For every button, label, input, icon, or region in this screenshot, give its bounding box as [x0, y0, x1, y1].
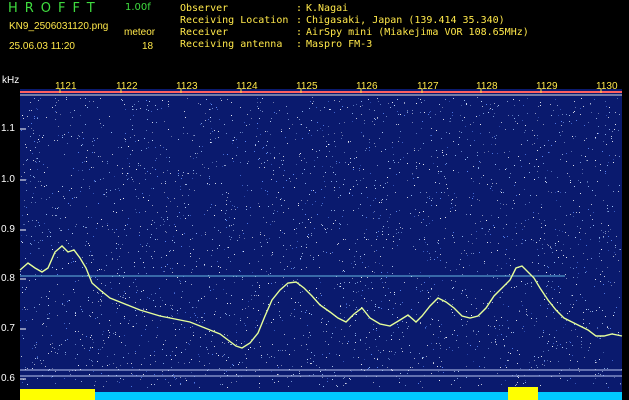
- y-tick-label: 0.7: [1, 323, 15, 334]
- x-tick-label: 1128: [476, 81, 498, 92]
- spectrogram-background: [20, 89, 622, 400]
- level-bar-low: [95, 392, 508, 400]
- y-tick-label: 1.1: [1, 123, 15, 134]
- y-tick-label: 0.9: [1, 224, 15, 235]
- x-tick-label: 1129: [536, 81, 558, 92]
- x-tick-label: 1121: [55, 81, 77, 92]
- y-unit-label: kHz: [2, 75, 20, 86]
- level-bar-low-right: [538, 392, 622, 400]
- x-tick-label: 1126: [356, 81, 378, 92]
- x-tick-label: 1124: [236, 81, 258, 92]
- y-tick-label: 0.6: [1, 373, 15, 384]
- x-tick-label: 1130: [596, 81, 618, 92]
- y-tick-label: 1.0: [1, 174, 15, 185]
- x-tick-label: 1122: [116, 81, 138, 92]
- y-tick-label: 0.8: [1, 273, 15, 284]
- level-bar-high-right: [508, 387, 538, 400]
- spectrogram: [19, 89, 623, 400]
- level-bar-high-left: [20, 389, 95, 400]
- x-tick-label: 1125: [296, 81, 318, 92]
- x-tick-label: 1127: [417, 81, 439, 92]
- x-tick-label: 1123: [176, 81, 198, 92]
